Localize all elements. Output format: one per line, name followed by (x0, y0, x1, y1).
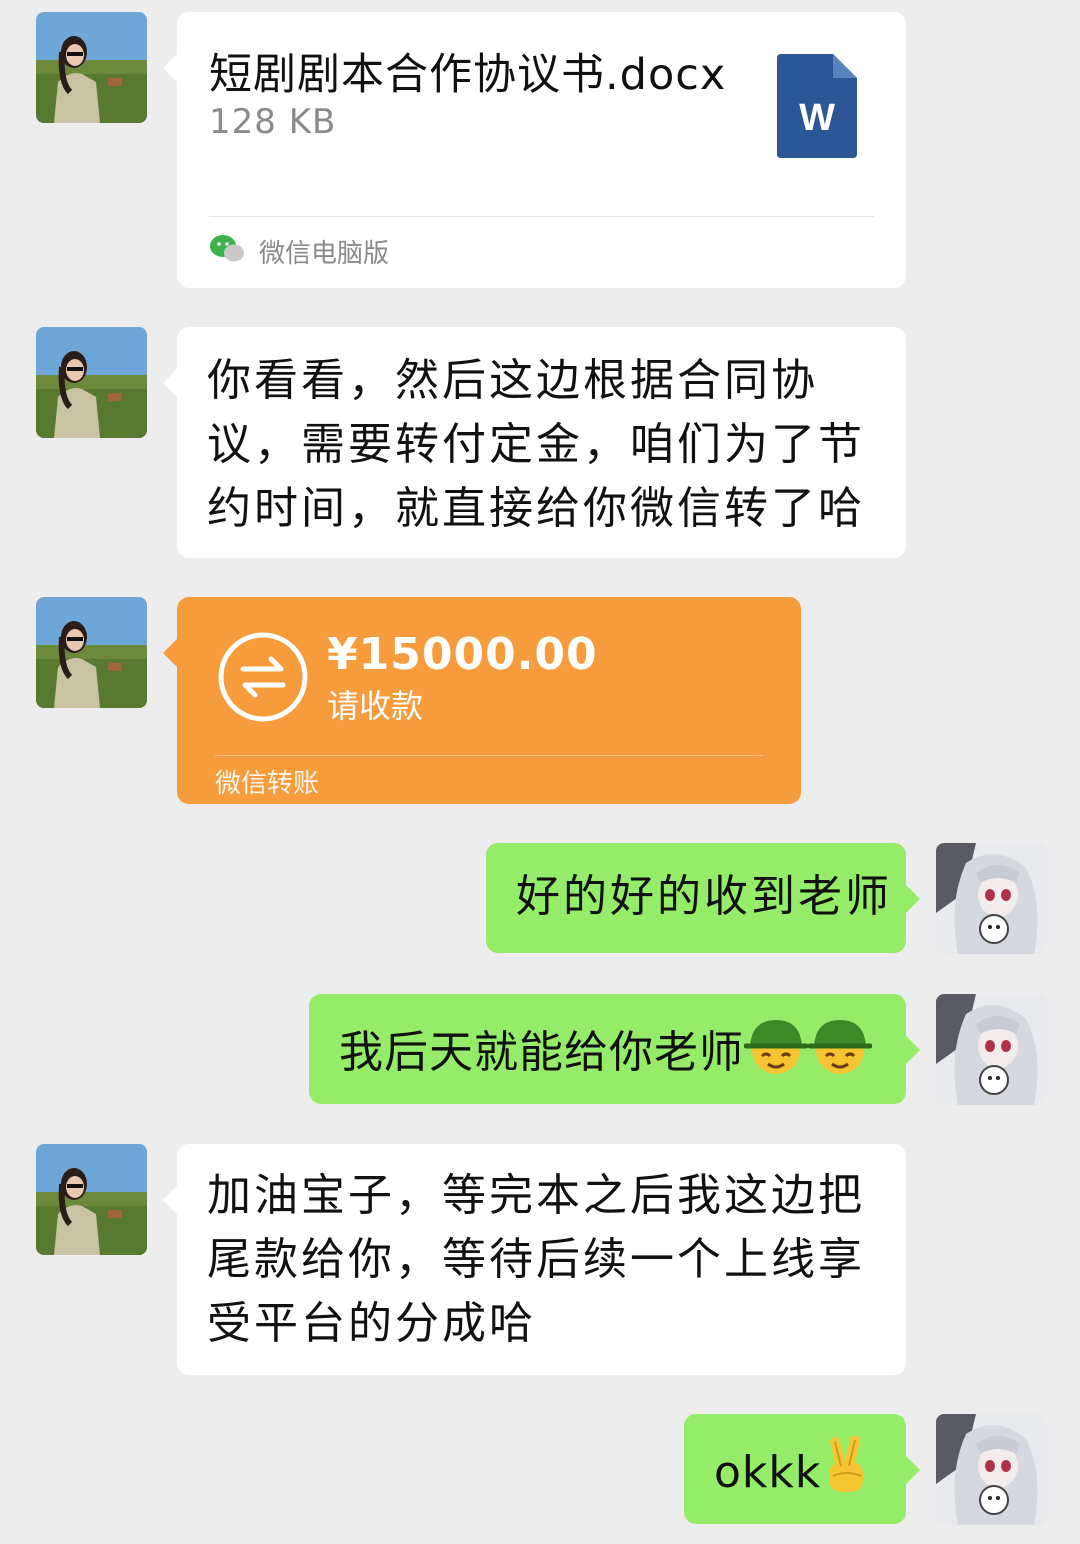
victory-hand-emoji (821, 1435, 873, 1514)
incoming-message[interactable]: 你看看，然后这边根据合同协议，需要转付定金，咱们为了节约时间，就直接给你微信转了… (163, 327, 906, 558)
green-helmet-emoji (807, 1016, 873, 1094)
outgoing-message[interactable]: 好的好的收到老师 (486, 843, 920, 953)
transfer-status: 请收款 (327, 687, 424, 725)
wechat-logo-icon (209, 234, 245, 268)
contact-avatar[interactable] (36, 597, 147, 708)
outgoing-message[interactable]: okkk (684, 1414, 920, 1524)
outgoing-message[interactable]: 我后天就能给你老师 (309, 994, 920, 1104)
divider (209, 216, 874, 217)
message-text: 我后天就能给你老师 (339, 1027, 744, 1078)
file-name: 短剧剧本合作协议书.docx (209, 50, 727, 100)
word-doc-letter: W (799, 97, 835, 139)
transfer-label: 微信转账 (215, 769, 320, 799)
message-text: 加油宝子，等完本之后我这边把尾款给你，等待后续一个上线享受平台的分成哈 (207, 1170, 865, 1349)
file-size: 128 KB (209, 102, 337, 142)
user-avatar[interactable] (936, 994, 1047, 1105)
divider (215, 755, 763, 756)
incoming-message[interactable]: 加油宝子，等完本之后我这边把尾款给你，等待后续一个上线享受平台的分成哈 (163, 1144, 906, 1375)
contact-avatar[interactable] (36, 12, 147, 123)
transfer-amount: ¥15000.00 (327, 629, 598, 680)
transfer-card[interactable]: ¥15000.00 请收款 微信转账 (163, 597, 801, 804)
message-text: 你看看，然后这边根据合同协议，需要转付定金，咱们为了节约时间，就直接给你微信转了… (207, 355, 865, 534)
message-content: 我后天就能给你老师 (339, 1016, 882, 1094)
message-content: okkk (714, 1435, 886, 1514)
transfer-arrows-icon (217, 631, 309, 723)
contact-avatar[interactable] (36, 1144, 147, 1255)
word-doc-icon: W (777, 54, 857, 158)
contact-avatar[interactable] (36, 327, 147, 438)
file-source-label: 微信电脑版 (259, 238, 390, 269)
green-helmet-emoji (743, 1016, 809, 1094)
message-text: okkk (714, 1447, 822, 1498)
file-message-card[interactable]: 短剧剧本合作协议书.docx 128 KB W 微信电脑版 (163, 12, 906, 288)
file-source: 微信电脑版 (209, 234, 390, 269)
user-avatar[interactable] (936, 1414, 1047, 1525)
user-avatar[interactable] (936, 843, 1047, 954)
message-text: 好的好的收到老师 (516, 871, 892, 922)
